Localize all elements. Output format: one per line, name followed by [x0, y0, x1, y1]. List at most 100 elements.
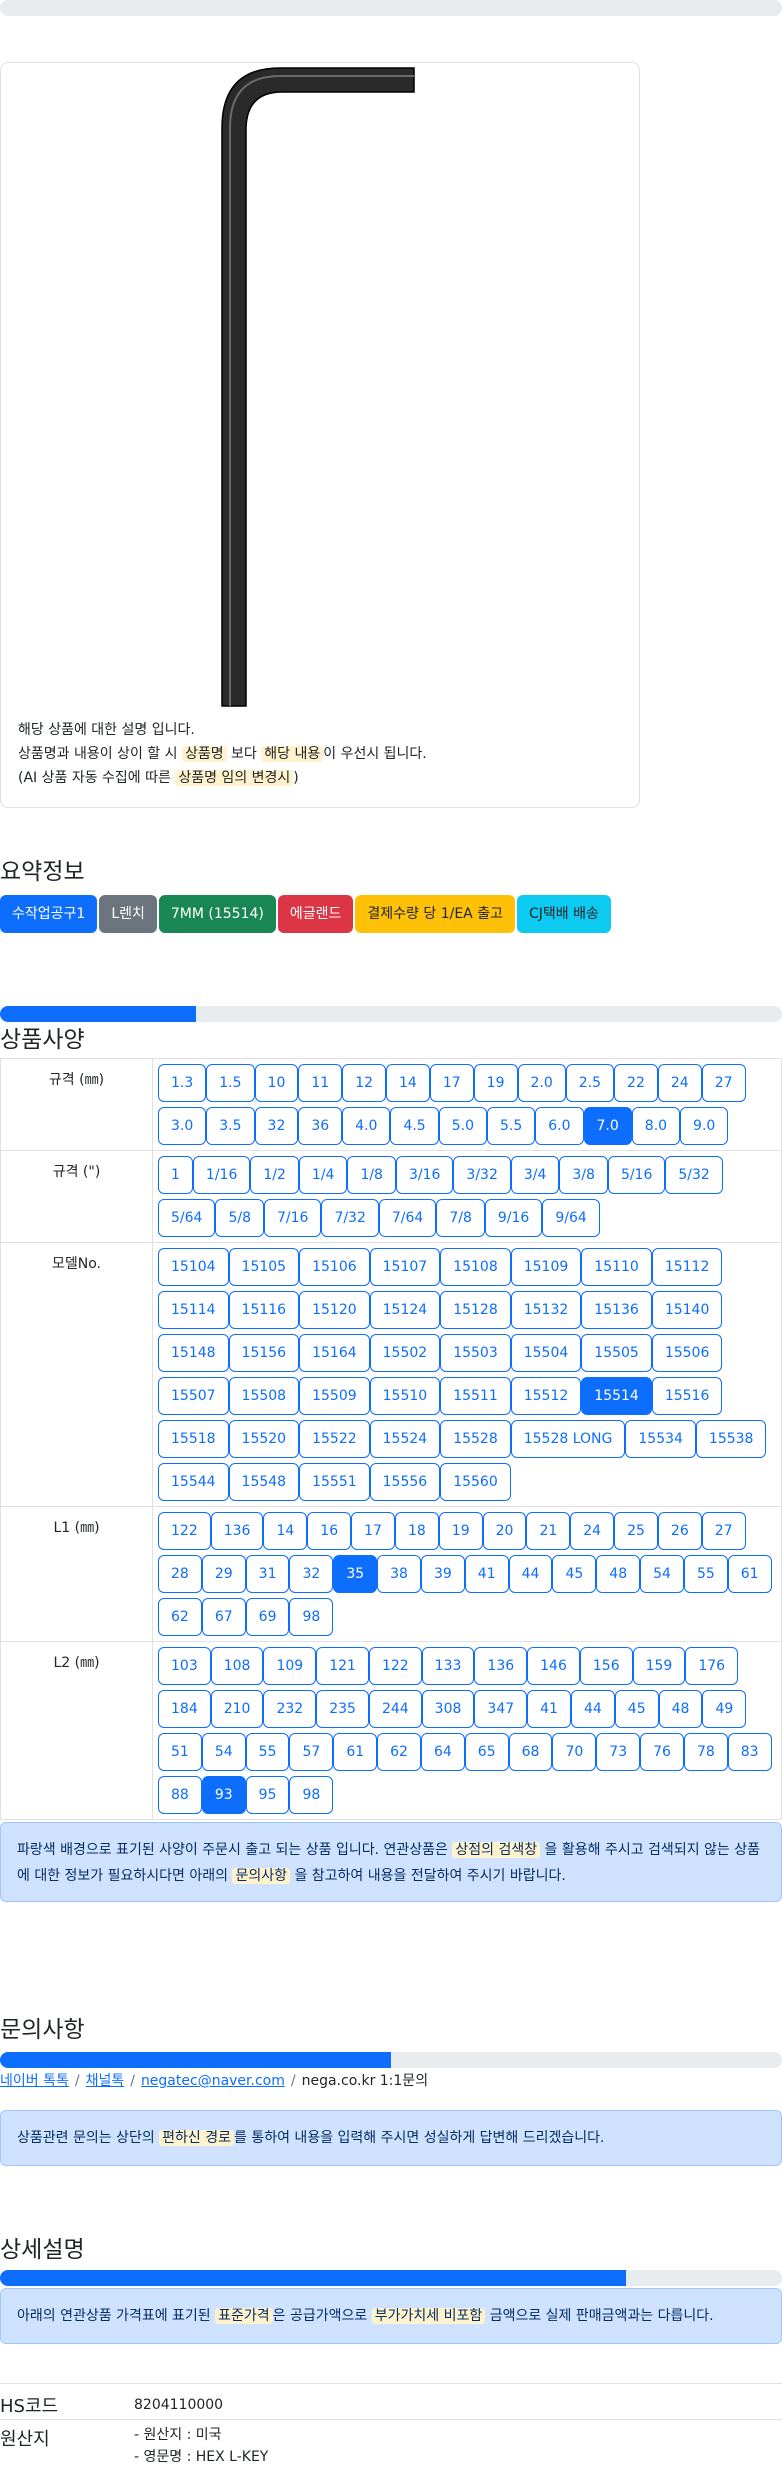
spec-option-chip[interactable]: 57 — [289, 1733, 334, 1771]
spec-option-chip[interactable]: 122 — [158, 1512, 211, 1550]
spec-option-chip[interactable]: 15506 — [651, 1334, 723, 1372]
spec-option-chip[interactable]: 62 — [377, 1733, 421, 1771]
spec-option-chip[interactable]: 16 — [307, 1512, 352, 1550]
spec-option-chip[interactable]: 136 — [474, 1647, 528, 1685]
spec-option-chip[interactable]: 27 — [701, 1512, 746, 1550]
spec-option-chip[interactable]: 3/32 — [453, 1156, 511, 1194]
spec-option-chip[interactable]: 133 — [421, 1647, 475, 1685]
spec-option-chip[interactable]: 15107 — [369, 1248, 441, 1286]
spec-option-chip[interactable]: 7/64 — [378, 1199, 437, 1237]
spec-option-chip[interactable]: 39 — [420, 1555, 465, 1593]
spec-option-chip[interactable]: 103 — [158, 1647, 211, 1685]
spec-option-chip[interactable]: 2.0 — [517, 1064, 566, 1102]
spec-option-chip[interactable]: 4.0 — [342, 1107, 391, 1145]
spec-option-chip[interactable]: 15528 — [440, 1420, 511, 1458]
spec-option-chip[interactable]: 45 — [614, 1690, 659, 1728]
spec-option-chip[interactable]: 44 — [508, 1555, 553, 1593]
spec-option-chip[interactable]: 5/8 — [215, 1199, 264, 1237]
spec-option-chip[interactable]: 15548 — [228, 1463, 300, 1501]
spec-option-chip[interactable]: 3/8 — [559, 1156, 608, 1194]
spec-option-chip[interactable]: 15556 — [369, 1463, 441, 1501]
spec-option-chip[interactable]: 55 — [683, 1555, 728, 1593]
spec-option-chip[interactable]: 11 — [298, 1064, 343, 1102]
spec-option-chip[interactable]: 308 — [421, 1690, 475, 1728]
spec-option-chip[interactable]: 3.0 — [158, 1107, 207, 1145]
spec-option-chip[interactable]: 10 — [254, 1064, 299, 1102]
spec-option-chip[interactable]: 38 — [377, 1555, 421, 1593]
spec-option-chip[interactable]: 98 — [289, 1776, 334, 1814]
spec-option-chip[interactable]: 88 — [158, 1776, 202, 1814]
spec-option-chip[interactable]: 1 — [158, 1156, 193, 1194]
spec-option-chip[interactable]: 15509 — [299, 1377, 370, 1415]
spec-option-chip[interactable]: 176 — [685, 1647, 739, 1685]
spec-option-chip[interactable]: 5/16 — [607, 1156, 666, 1194]
spec-option-chip[interactable]: 3/16 — [395, 1156, 454, 1194]
spec-option-chip[interactable]: 9/16 — [484, 1199, 543, 1237]
spec-option-chip[interactable]: 15528 LONG — [510, 1420, 626, 1458]
spec-option-chip[interactable]: 55 — [245, 1733, 290, 1771]
spec-option-chip[interactable]: 19 — [438, 1512, 483, 1550]
spec-option-chip[interactable]: 5/64 — [158, 1199, 216, 1237]
spec-option-chip[interactable]: 45 — [552, 1555, 597, 1593]
spec-option-chip[interactable]: 22 — [614, 1064, 658, 1102]
spec-option-chip[interactable]: 15132 — [510, 1291, 582, 1329]
spec-option-chip[interactable]: 67 — [201, 1598, 246, 1636]
spec-option-chip[interactable]: 15106 — [299, 1248, 370, 1286]
spec-option-chip[interactable]: 15510 — [369, 1377, 441, 1415]
spec-option-chip[interactable]: 17 — [429, 1064, 474, 1102]
spec-option-chip[interactable]: 15109 — [510, 1248, 582, 1286]
spec-option-chip[interactable]: 12 — [342, 1064, 387, 1102]
spec-option-chip[interactable]: 98 — [289, 1598, 334, 1636]
spec-option-chip[interactable]: 232 — [263, 1690, 317, 1728]
spec-option-chip[interactable]: 159 — [632, 1647, 686, 1685]
spec-option-chip[interactable]: 7/16 — [263, 1199, 322, 1237]
spec-option-chip[interactable]: 15108 — [440, 1248, 511, 1286]
spec-option-chip[interactable]: 15544 — [158, 1463, 229, 1501]
spec-option-chip[interactable]: 15524 — [369, 1420, 441, 1458]
spec-option-chip[interactable]: 15514 — [581, 1377, 652, 1415]
spec-option-chip[interactable]: 61 — [333, 1733, 378, 1771]
spec-option-chip[interactable]: 244 — [368, 1690, 422, 1728]
spec-option-chip[interactable]: 108 — [210, 1647, 264, 1685]
spec-option-chip[interactable]: 15112 — [651, 1248, 723, 1286]
spec-option-chip[interactable]: 15516 — [651, 1377, 723, 1415]
channel-talk-link[interactable]: 채널톡 — [86, 2073, 125, 2089]
spec-option-chip[interactable]: 41 — [464, 1555, 509, 1593]
spec-option-chip[interactable]: 15505 — [581, 1334, 652, 1372]
spec-option-chip[interactable]: 35 — [333, 1555, 378, 1593]
spec-option-chip[interactable]: 15534 — [625, 1420, 696, 1458]
spec-option-chip[interactable]: 36 — [298, 1107, 343, 1145]
spec-option-chip[interactable]: 1/16 — [192, 1156, 251, 1194]
spec-option-chip[interactable]: 121 — [316, 1647, 369, 1685]
spec-option-chip[interactable]: 15114 — [158, 1291, 229, 1329]
spec-option-chip[interactable]: 76 — [640, 1733, 684, 1771]
spec-option-chip[interactable]: 5.0 — [438, 1107, 487, 1145]
spec-option-chip[interactable]: 1.3 — [158, 1064, 207, 1102]
spec-option-chip[interactable]: 24 — [657, 1064, 702, 1102]
spec-option-chip[interactable]: 32 — [289, 1555, 334, 1593]
spec-option-chip[interactable]: 62 — [158, 1598, 202, 1636]
spec-option-chip[interactable]: 95 — [245, 1776, 290, 1814]
spec-option-chip[interactable]: 48 — [658, 1690, 703, 1728]
spec-option-chip[interactable]: 347 — [474, 1690, 528, 1728]
spec-option-chip[interactable]: 5.5 — [486, 1107, 536, 1145]
spec-option-chip[interactable]: 1/2 — [250, 1156, 299, 1194]
spec-option-chip[interactable]: 14 — [386, 1064, 430, 1102]
spec-option-chip[interactable]: 184 — [158, 1690, 211, 1728]
spec-option-chip[interactable]: 83 — [727, 1733, 772, 1771]
spec-option-chip[interactable]: 14 — [263, 1512, 308, 1550]
spec-option-chip[interactable]: 15538 — [695, 1420, 767, 1458]
spec-option-chip[interactable]: 64 — [420, 1733, 465, 1771]
spec-option-chip[interactable]: 73 — [596, 1733, 641, 1771]
spec-option-chip[interactable]: 15124 — [369, 1291, 441, 1329]
spec-option-chip[interactable]: 44 — [570, 1690, 615, 1728]
spec-option-chip[interactable]: 8.0 — [631, 1107, 681, 1145]
spec-option-chip[interactable]: 1/4 — [298, 1156, 348, 1194]
spec-option-chip[interactable]: 9/64 — [542, 1199, 600, 1237]
spec-option-chip[interactable]: 26 — [657, 1512, 702, 1550]
spec-option-chip[interactable]: 15551 — [299, 1463, 370, 1501]
spec-option-chip[interactable]: 18 — [394, 1512, 439, 1550]
spec-option-chip[interactable]: 15128 — [440, 1291, 511, 1329]
spec-option-chip[interactable]: 235 — [316, 1690, 369, 1728]
spec-option-chip[interactable]: 15140 — [651, 1291, 723, 1329]
